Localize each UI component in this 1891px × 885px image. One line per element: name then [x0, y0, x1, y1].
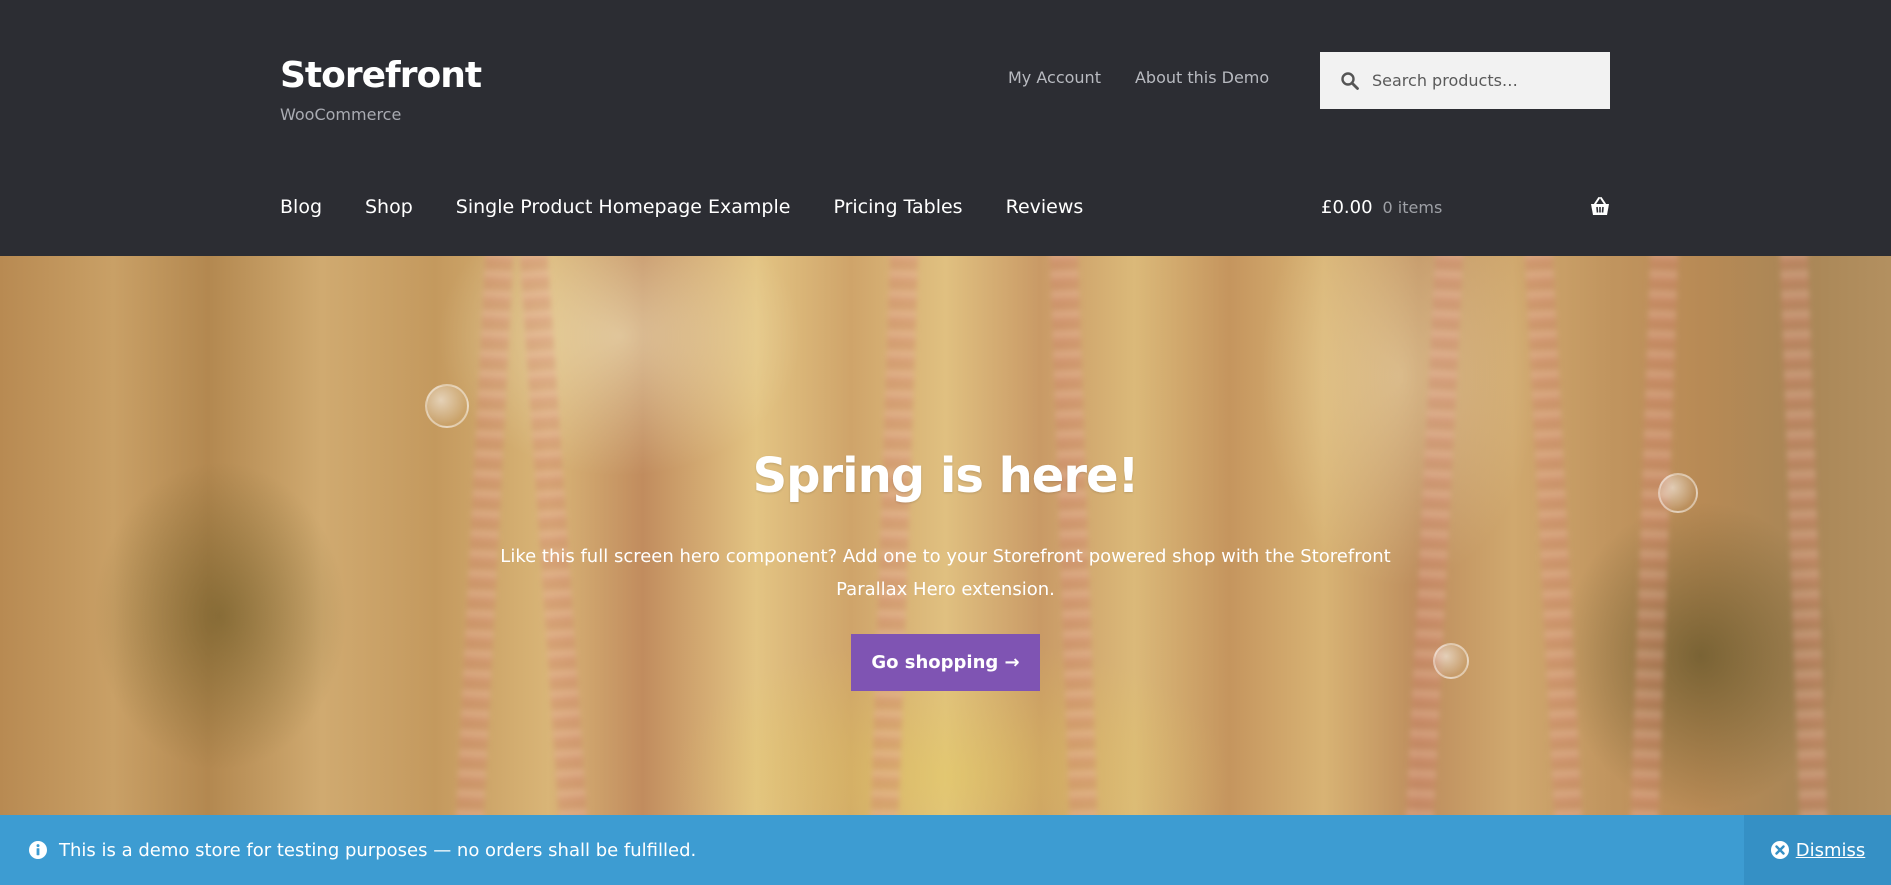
nav-single-product-homepage[interactable]: Single Product Homepage Example	[456, 194, 791, 220]
product-search	[1320, 52, 1610, 109]
go-shopping-button[interactable]: Go shopping →	[851, 634, 1040, 691]
site-branding: Storefront WooCommerce	[280, 50, 482, 126]
hero-background-decoration	[1433, 643, 1469, 679]
hero-description: Like this full screen hero component? Ad…	[500, 546, 1391, 600]
info-icon	[28, 840, 48, 860]
nav-blog[interactable]: Blog	[280, 194, 322, 220]
hero-background-decoration	[1779, 256, 1829, 815]
hero-background-decoration	[1629, 256, 1679, 815]
hero-background-decoration	[1049, 256, 1099, 815]
nav-shop[interactable]: Shop	[365, 194, 413, 220]
site-title-link[interactable]: Storefront	[280, 50, 482, 102]
basket-icon	[1589, 196, 1611, 218]
close-icon	[1770, 840, 1790, 860]
search-icon[interactable]	[1340, 71, 1360, 91]
cart-amount: £0.00	[1321, 196, 1373, 218]
cart-link[interactable]: £0.00 0 items	[1321, 194, 1611, 220]
hero-background-decoration	[518, 256, 590, 815]
nav-my-account[interactable]: My Account	[1008, 66, 1101, 90]
hero-background-decoration	[425, 384, 469, 428]
nav-reviews[interactable]: Reviews	[1006, 194, 1084, 220]
hero-background-decoration	[1523, 256, 1585, 815]
nav-pricing-tables[interactable]: Pricing Tables	[833, 194, 962, 220]
dismiss-label: Dismiss	[1795, 839, 1866, 861]
search-input[interactable]	[1372, 71, 1602, 90]
hero-background-decoration	[869, 256, 919, 815]
dismiss-button[interactable]: Dismiss	[1744, 815, 1891, 885]
site-tagline: WooCommerce	[280, 105, 402, 124]
primary-navigation: Blog Shop Single Product Homepage Exampl…	[280, 194, 1083, 220]
hero-title: Spring is here!	[752, 448, 1140, 504]
cart-item-count: 0 items	[1382, 197, 1443, 217]
hero-background-decoration	[1403, 256, 1465, 815]
hero-background-decoration	[453, 256, 515, 815]
demo-store-notice: This is a demo store for testing purpose…	[0, 815, 1891, 885]
hero-section: Spring is here! Like this full screen he…	[0, 256, 1891, 815]
secondary-navigation: My Account About this Demo	[1008, 66, 1269, 90]
site-header: Storefront WooCommerce My Account About …	[0, 0, 1891, 256]
notice-text: This is a demo store for testing purpose…	[59, 839, 697, 861]
nav-about-demo[interactable]: About this Demo	[1135, 66, 1269, 90]
page: Storefront WooCommerce My Account About …	[0, 0, 1891, 885]
